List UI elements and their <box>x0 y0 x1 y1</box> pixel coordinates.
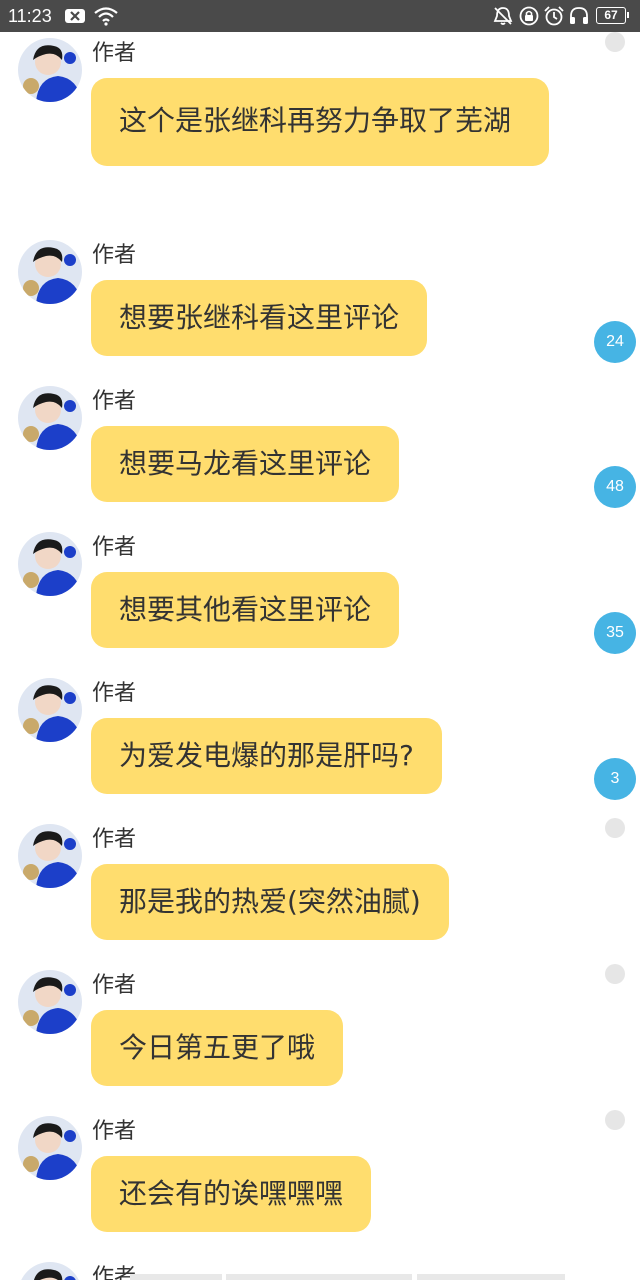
message-item: 作者 今日第五更了哦 <box>0 964 640 1104</box>
close-box-icon <box>64 6 86 26</box>
wifi-icon <box>93 6 119 26</box>
message-item: 作者 想要张继科看这里评论 24 <box>0 234 640 374</box>
message-bubble[interactable]: 这个是张继科再努力争取了芜湖 <box>91 78 549 166</box>
message-item: 作者 还会有的诶嘿嘿嘿 <box>0 1110 640 1250</box>
message-item: 作者 这个是张继科再努力争取了芜湖 <box>0 32 640 232</box>
author-name: 作者 <box>92 243 137 268</box>
lock-rotation-icon <box>518 6 540 26</box>
author-name: 作者 <box>92 1119 137 1144</box>
dot-indicator[interactable] <box>605 964 625 984</box>
headphones-icon <box>568 6 590 26</box>
author-avatar[interactable] <box>18 240 82 304</box>
author-name: 作者 <box>92 41 137 66</box>
author-name: 作者 <box>92 973 137 998</box>
author-name: 作者 <box>92 535 137 560</box>
message-bubble[interactable]: 那是我的热爱(突然油腻) <box>91 864 449 940</box>
mute-bell-icon <box>492 6 514 26</box>
comment-count-badge[interactable]: 24 <box>594 321 636 363</box>
comment-count-badge[interactable]: 3 <box>594 758 636 800</box>
battery-indicator: 67 <box>596 7 629 24</box>
message-bubble[interactable]: 想要其他看这里评论 <box>91 572 400 648</box>
dot-indicator[interactable] <box>605 32 625 52</box>
author-avatar[interactable] <box>18 824 82 888</box>
chat-feed[interactable]: 作者 这个是张继科再努力争取了芜湖 作者 想要张继科看这里评论 24 作者 想要… <box>0 32 640 1280</box>
author-avatar[interactable] <box>18 38 82 102</box>
message-item: 作者 想要马龙看这里评论 48 <box>0 380 640 520</box>
author-name: 作者 <box>92 681 137 706</box>
message-bubble[interactable]: 想要马龙看这里评论 <box>91 426 400 502</box>
bottom-toolbar-segment[interactable] <box>130 1274 222 1280</box>
message-bubble[interactable]: 还会有的诶嘿嘿嘿 <box>91 1156 372 1232</box>
status-bar: 11:23 67 <box>0 0 640 32</box>
author-avatar[interactable] <box>18 970 82 1034</box>
message-item: 作者 那是我的热爱(突然油腻) <box>0 818 640 958</box>
dot-indicator[interactable] <box>605 1110 625 1130</box>
alarm-icon <box>543 6 565 26</box>
bottom-toolbar-segment[interactable] <box>417 1274 565 1280</box>
bottom-toolbar-segment[interactable] <box>226 1274 412 1280</box>
author-avatar[interactable] <box>18 532 82 596</box>
comment-count-badge[interactable]: 35 <box>594 612 636 654</box>
dot-indicator[interactable] <box>605 818 625 838</box>
message-item: 作者 为爱发电爆的那是肝吗? 3 <box>0 672 640 812</box>
author-avatar[interactable] <box>18 678 82 742</box>
message-bubble[interactable]: 为爱发电爆的那是肝吗? <box>91 718 442 794</box>
author-name: 作者 <box>92 827 137 852</box>
comment-count-badge[interactable]: 48 <box>594 466 636 508</box>
message-bubble[interactable]: 今日第五更了哦 <box>91 1010 344 1086</box>
author-avatar[interactable] <box>18 386 82 450</box>
author-avatar[interactable] <box>18 1116 82 1180</box>
message-item: 作者 想要其他看这里评论 35 <box>0 526 640 666</box>
message-bubble[interactable]: 想要张继科看这里评论 <box>91 280 428 356</box>
status-time: 11:23 <box>8 6 52 26</box>
author-name: 作者 <box>92 389 137 414</box>
author-avatar[interactable] <box>18 1262 82 1280</box>
